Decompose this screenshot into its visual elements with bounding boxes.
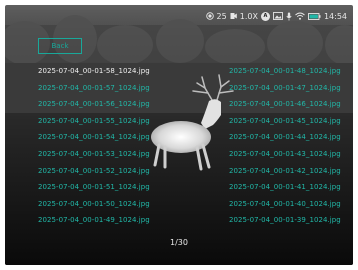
file-list-item[interactable]: 2025-07-04_00-01-55_1024.jpg bbox=[38, 117, 150, 125]
file-list-item[interactable]: 2025-07-04_00-01-50_1024.jpg bbox=[38, 200, 150, 208]
auto-badge-icon: A bbox=[260, 11, 270, 21]
file-list-item[interactable]: 2025-07-04_00-01-49_1024.jpg bbox=[38, 216, 150, 224]
file-list-item[interactable]: 2025-07-04_00-01-42_1024.jpg bbox=[229, 167, 341, 175]
file-list-item[interactable]: 2025-07-04_00-01-41_1024.jpg bbox=[229, 183, 341, 191]
file-list-item[interactable]: 2025-07-04_00-01-54_1024.jpg bbox=[38, 133, 150, 141]
back-button[interactable]: Back bbox=[38, 38, 82, 54]
file-list-item[interactable]: 2025-07-04_00-01-45_1024.jpg bbox=[229, 117, 341, 125]
file-list-item[interactable]: 2025-07-04_00-01-47_1024.jpg bbox=[229, 84, 341, 92]
file-list-item[interactable]: 2025-07-04_00-01-40_1024.jpg bbox=[229, 200, 341, 208]
zoom-readout: 1.0X bbox=[239, 11, 258, 21]
file-list-item[interactable]: 2025-07-04_00-01-51_1024.jpg bbox=[38, 183, 150, 191]
microphone-icon bbox=[286, 12, 292, 21]
thermal-viewport: 25 1.0X A 14:54 Back 2025-07-04_00-01-58… bbox=[5, 5, 353, 265]
recording-status-icon bbox=[205, 12, 214, 20]
status-bar: 25 1.0X A 14:54 bbox=[205, 9, 347, 23]
page-indicator: 1/30 bbox=[170, 238, 188, 247]
file-list-item[interactable]: 2025-07-04_00-01-48_1024.jpg bbox=[229, 67, 341, 75]
file-list-item[interactable]: 2025-07-04_00-01-56_1024.jpg bbox=[38, 100, 150, 108]
file-list-item[interactable]: 2025-07-04_00-01-52_1024.jpg bbox=[38, 167, 150, 175]
wifi-icon bbox=[295, 12, 305, 20]
file-list-item[interactable]: 2025-07-04_00-01-46_1024.jpg bbox=[229, 100, 341, 108]
file-list-item[interactable]: 2025-07-04_00-01-57_1024.jpg bbox=[38, 84, 150, 92]
temperature-readout: 25 bbox=[216, 11, 227, 21]
file-list-item[interactable]: 2025-07-04_00-01-39_1024.jpg bbox=[229, 216, 341, 224]
file-list-item[interactable]: 2025-07-04_00-01-58_1024.jpg bbox=[38, 67, 150, 75]
file-list-item[interactable]: 2025-07-04_00-01-53_1024.jpg bbox=[38, 150, 150, 158]
image-mode-icon bbox=[272, 12, 283, 20]
file-list-item[interactable]: 2025-07-04_00-01-44_1024.jpg bbox=[229, 133, 341, 141]
battery-icon bbox=[307, 12, 321, 20]
clock-readout: 14:54 bbox=[323, 11, 347, 21]
file-list-item[interactable]: 2025-07-04_00-01-43_1024.jpg bbox=[229, 150, 341, 158]
camera-icon bbox=[230, 12, 237, 20]
